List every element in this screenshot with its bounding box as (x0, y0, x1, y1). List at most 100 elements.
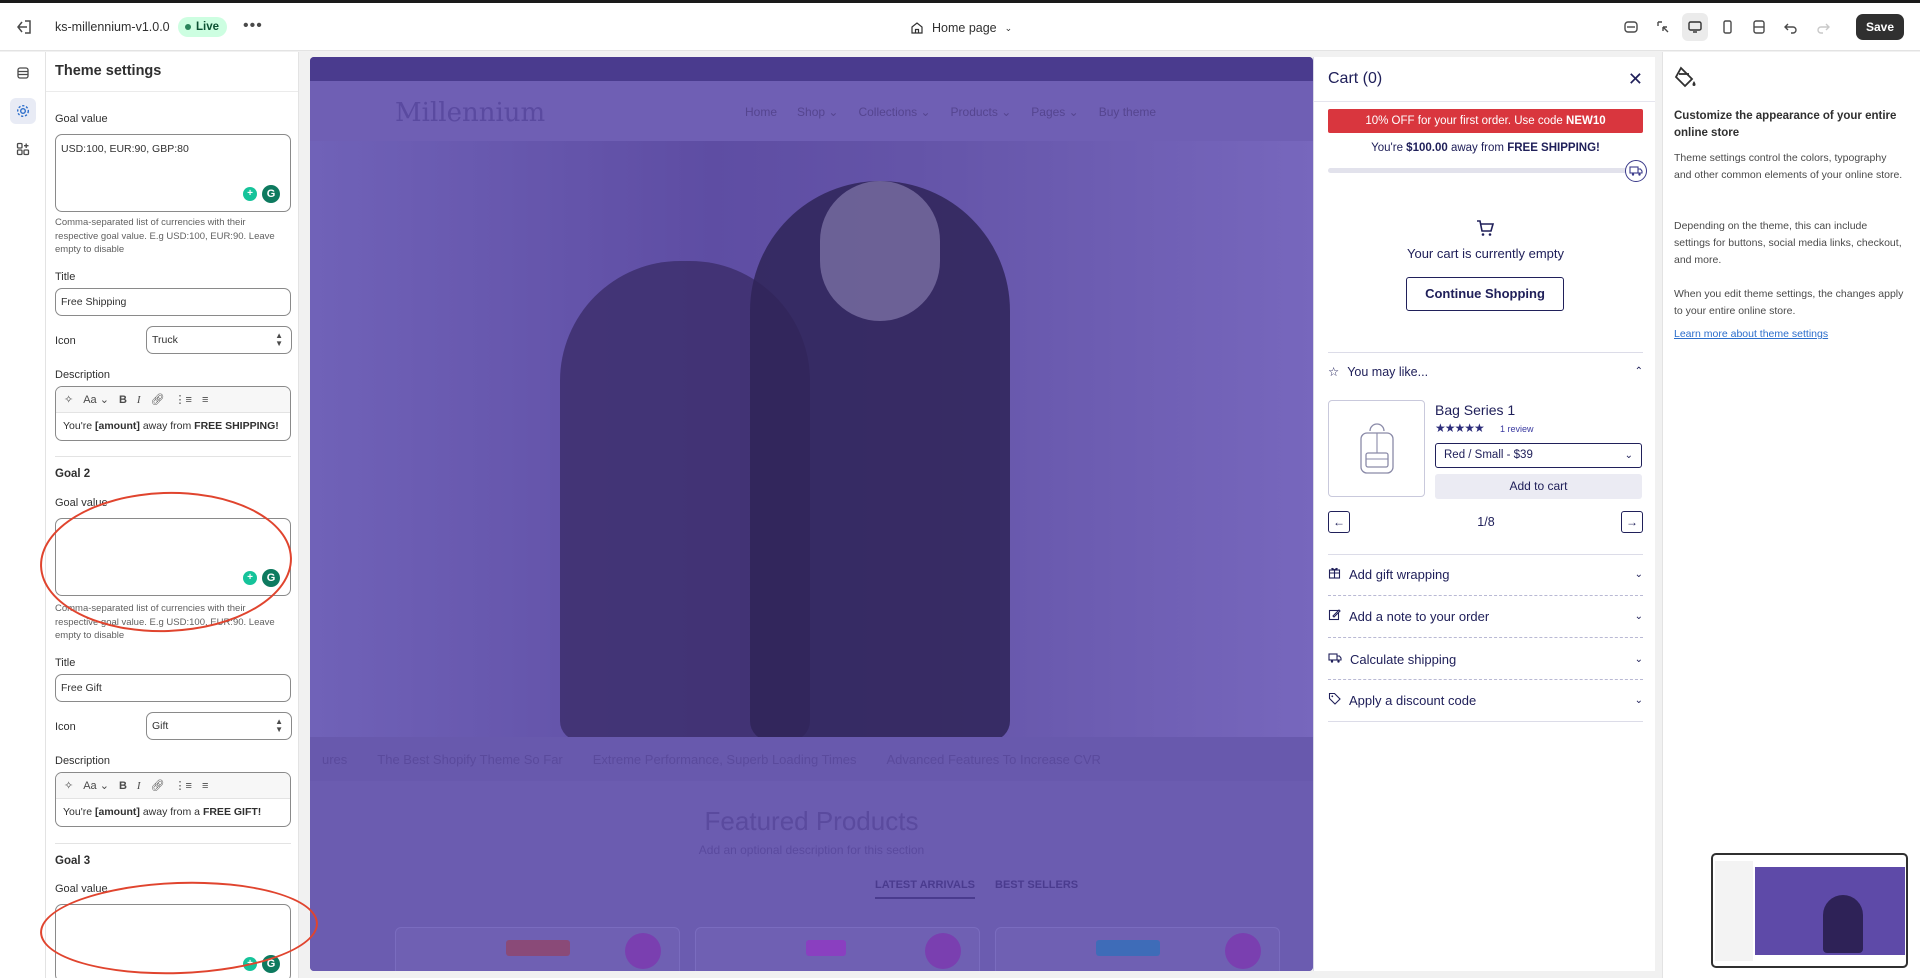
store-logo[interactable]: Millennium (395, 98, 545, 128)
theme-settings-info-panel: Customize the appearance of your entire … (1662, 52, 1920, 978)
product-name[interactable]: Bag Series 1 (1435, 402, 1515, 418)
fullscreen-view-icon[interactable] (1746, 13, 1772, 41)
goal2-description-editor[interactable]: ✧ Aa ⌄ B I 🔗︎ ⋮≡ ≡ You're [amount] away … (55, 772, 291, 827)
sections-icon[interactable] (10, 60, 36, 86)
storefront-preview[interactable]: Millennium Home Shop ⌄ Collections ⌄ Pro… (310, 57, 1313, 971)
goal2-icon-value: Gift (152, 720, 169, 732)
magic-icon[interactable]: ✧ (64, 393, 73, 406)
store-nav-item[interactable]: Buy theme (1099, 105, 1156, 119)
marquee-item: Advanced Features To Increase CVR (886, 751, 1101, 767)
grammarly-plus-icon[interactable]: + (243, 571, 257, 585)
order-note-toggle[interactable]: Add a note to your order ⌄ (1328, 605, 1643, 627)
goal2-title-input[interactable]: Free Gift (55, 674, 291, 702)
mobile-view-icon[interactable] (1714, 13, 1740, 41)
goal1-title-input[interactable]: Free Shipping (55, 288, 291, 316)
text-style-icon[interactable]: Aa ⌄ (83, 779, 109, 792)
grammarly-g-icon[interactable]: G (262, 185, 280, 203)
review-count[interactable]: 1 review (1500, 424, 1534, 434)
goal2-value-label: Goal value (55, 497, 108, 509)
undo-icon[interactable] (1778, 13, 1804, 41)
grammarly-widget[interactable]: + G (243, 569, 280, 587)
italic-icon[interactable]: I (137, 780, 141, 792)
italic-icon[interactable]: I (137, 394, 141, 406)
cart-divider (1328, 352, 1643, 353)
store-nav-item[interactable]: Home (745, 105, 777, 119)
arrow-left-icon[interactable]: ← (1328, 511, 1350, 533)
store-nav-item[interactable]: Pages ⌄ (1031, 105, 1078, 119)
continue-shopping-button[interactable]: Continue Shopping (1406, 277, 1564, 311)
magic-icon[interactable]: ✧ (64, 779, 73, 792)
featured-products-section: Featured Products Add an optional descri… (310, 781, 1313, 971)
screenshot-thumbnail[interactable] (1711, 853, 1908, 968)
grammarly-plus-icon[interactable]: + (243, 957, 257, 971)
promo-text: 10% OFF for your first order. Use code (1365, 115, 1567, 127)
close-icon[interactable]: ✕ (1628, 69, 1643, 90)
chevron-up-icon: ⌃ (1634, 366, 1643, 377)
theme-name[interactable]: ks-millennium-v1.0.0 (55, 20, 170, 34)
grammarly-widget[interactable]: + G (243, 955, 280, 973)
link-icon[interactable]: 🔗︎ (151, 393, 165, 406)
you-may-like-toggle[interactable]: ☆ You may like... ⌃ (1328, 364, 1643, 380)
learn-more-link[interactable]: Learn more about theme settings (1674, 328, 1828, 340)
goal1-description-text[interactable]: You're [amount] away from FREE SHIPPING! (56, 413, 290, 440)
save-button[interactable]: Save (1855, 14, 1904, 40)
chevron-down-icon: ⌄ (1634, 610, 1643, 622)
store-nav-item[interactable]: Collections ⌄ (858, 105, 930, 119)
goal3-value-field[interactable]: + G (55, 904, 291, 978)
goal1-icon-value: Truck (152, 334, 178, 346)
desktop-view-icon[interactable] (1681, 13, 1708, 41)
goal1-description-editor[interactable]: ✧ Aa ⌄ B I 🔗︎ ⋮≡ ≡ You're [amount] away … (55, 386, 291, 441)
theme-check-icon[interactable] (1618, 13, 1644, 41)
product-quick-add[interactable] (625, 933, 661, 969)
app-embeds-icon[interactable] (10, 136, 36, 162)
bullet-list-icon[interactable]: ⋮≡ (175, 393, 192, 406)
gift-wrapping-toggle[interactable]: Add gift wrapping ⌄ (1328, 563, 1643, 585)
cart-divider (1328, 679, 1643, 680)
goal1-icon-select[interactable]: Truck ▲ ▼ (146, 326, 292, 354)
grammarly-g-icon[interactable]: G (262, 955, 280, 973)
goal1-help-text: Comma-separated list of currencies with … (55, 217, 275, 255)
featured-tab[interactable]: LATEST ARRIVALS (875, 879, 976, 899)
add-to-cart-button[interactable]: Add to cart (1435, 474, 1642, 499)
product-quick-add[interactable] (1225, 933, 1261, 969)
featured-tab[interactable]: BEST SELLERS (995, 879, 1078, 899)
numbered-list-icon[interactable]: ≡ (202, 780, 208, 792)
product-card[interactable] (695, 927, 980, 971)
product-image[interactable] (1328, 400, 1425, 497)
marquee-item: The Best Shopify Theme So Far (377, 751, 563, 767)
bold-icon[interactable]: B (119, 394, 127, 406)
goal2-icon-select[interactable]: Gift ▲ ▼ (146, 712, 292, 740)
variant-select[interactable]: Red / Small - $39 ⌄ (1435, 443, 1642, 468)
live-status-badge: Live (178, 17, 228, 37)
calculate-shipping-toggle[interactable]: Calculate shipping ⌄ (1328, 648, 1643, 670)
product-quick-add[interactable] (925, 933, 961, 969)
goal1-value-field[interactable]: USD:100, EUR:90, GBP:80 + G (55, 134, 291, 212)
grammarly-plus-icon[interactable]: + (243, 187, 257, 201)
bold-icon[interactable]: B (119, 780, 127, 792)
theme-settings-gear-icon[interactable] (10, 98, 36, 124)
recommendation-pagination: 1/8 (1477, 515, 1495, 529)
product-card[interactable] (395, 927, 680, 971)
grammarly-widget[interactable]: + G (243, 185, 280, 203)
exit-icon[interactable] (14, 17, 34, 37)
goal2-description-text[interactable]: You're [amount] away from a FREE GIFT! (56, 799, 290, 826)
chevron-down-icon: ⌄ (1634, 653, 1643, 665)
featured-subtitle: Add an optional description for this sec… (698, 843, 925, 857)
page-selector[interactable]: Home page ⌄ (910, 16, 1012, 40)
discount-code-toggle[interactable]: Apply a discount code ⌄ (1328, 689, 1643, 711)
product-card[interactable] (995, 927, 1280, 971)
arrow-right-icon[interactable]: → (1621, 511, 1643, 533)
inspector-icon[interactable] (1650, 13, 1676, 41)
store-nav-item[interactable]: Shop ⌄ (797, 105, 838, 119)
numbered-list-icon[interactable]: ≡ (202, 394, 208, 406)
link-icon[interactable]: 🔗︎ (151, 779, 165, 792)
more-actions-icon[interactable]: ••• (243, 17, 263, 35)
grammarly-g-icon[interactable]: G (262, 569, 280, 587)
store-nav-item[interactable]: Products ⌄ (951, 105, 1012, 119)
chevron-down-icon: ⌄ (1004, 22, 1013, 33)
redo-icon[interactable] (1810, 13, 1836, 41)
bullet-list-icon[interactable]: ⋮≡ (175, 779, 192, 792)
text-style-icon[interactable]: Aa ⌄ (83, 393, 109, 406)
goal2-value-field[interactable]: + G (55, 518, 291, 596)
marquee-item: Extreme Performance, Superb Loading Time… (592, 751, 857, 767)
